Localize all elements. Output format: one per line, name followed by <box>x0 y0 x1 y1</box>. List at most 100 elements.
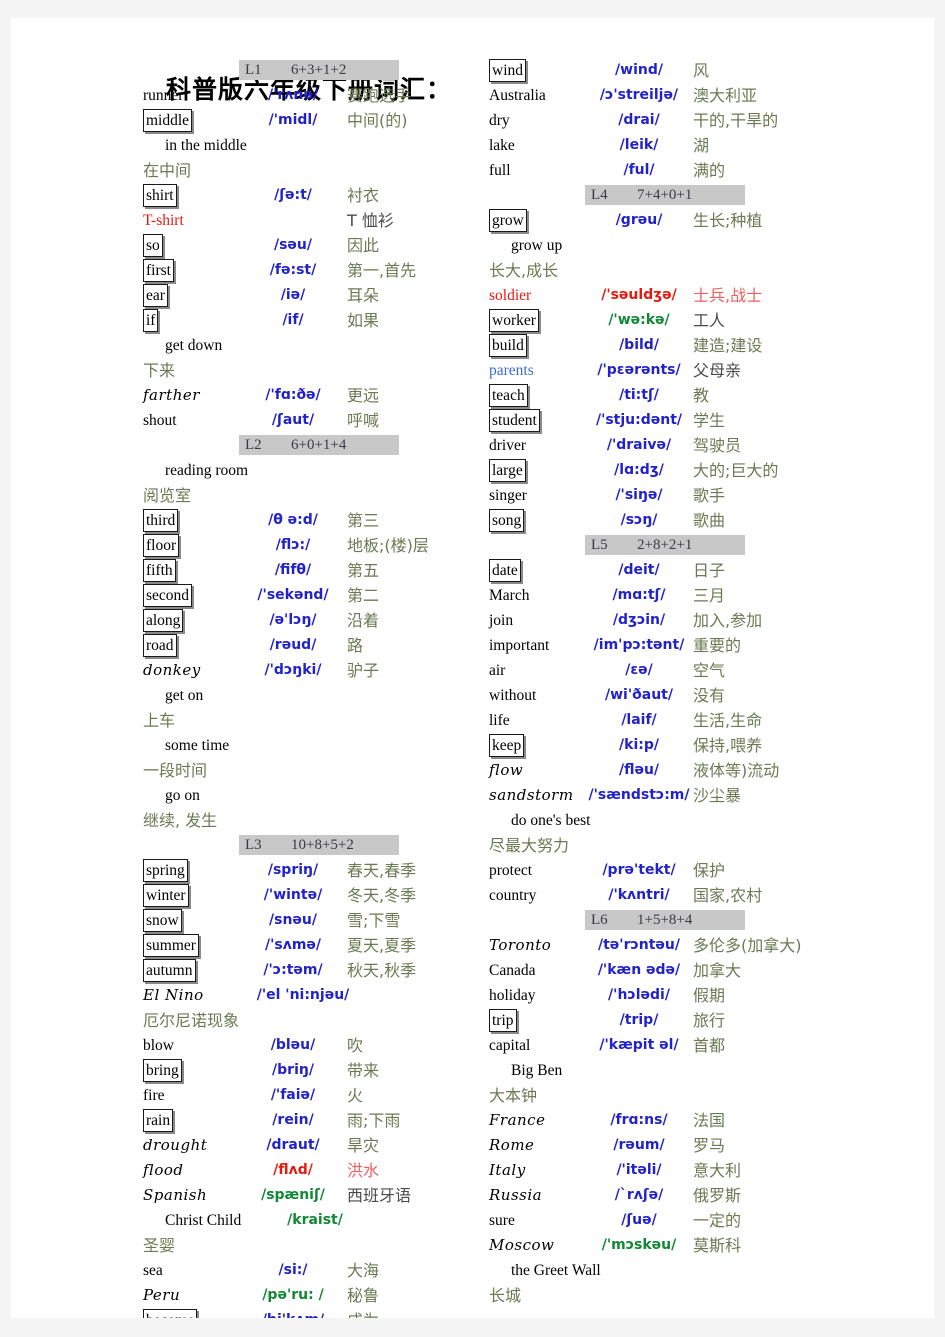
phonetic-cell: /grəu/ <box>615 212 663 228</box>
phonetic-cell: /'rʌnə/ <box>267 87 318 103</box>
plain-word: dry <box>489 112 510 129</box>
word-cell: sea <box>143 1258 239 1283</box>
plain-word: March <box>489 587 530 604</box>
meaning-cell: 冬天,冬季 <box>347 886 417 905</box>
right-column: wind/wind/风 Australia/ɔ'streiljə/澳大利亚 dry /… <box>489 58 834 1308</box>
phonetic-cell: /kraist/ <box>287 1212 343 1228</box>
meaning-cell: 湖 <box>693 136 710 155</box>
phonetic-cell: /iə/ <box>280 287 306 303</box>
phonetic-cell: /fifθ/ <box>274 562 312 578</box>
word-cell: floor <box>143 533 239 558</box>
boxed-word: first <box>143 259 174 282</box>
word-row: blow/bləu/吹 <box>143 1033 488 1058</box>
phrase-row: reading room 阅览室 <box>143 458 488 508</box>
word-row: rain/rein/雨;下雨 <box>143 1108 488 1133</box>
word-cell: Australia <box>489 83 585 108</box>
phonetic-cell: /'midl/ <box>268 112 318 128</box>
phonetic-cell: /lɑ:dʒ/ <box>614 462 664 478</box>
word-cell: fifth <box>143 558 239 583</box>
word-row: capital /'kæpit əl/首都 <box>489 1033 834 1058</box>
meaning-cell: 路 <box>347 636 364 655</box>
word-cell: shout <box>143 408 239 433</box>
meaning-cell: 厄尔尼诺现象 <box>143 1011 240 1030</box>
meaning-cell: 液体等)流动 <box>693 761 780 780</box>
word-row: fire /'faiə/火 <box>143 1083 488 1108</box>
phrase-row: Christ Child/kraist/圣婴 <box>143 1208 488 1258</box>
meaning-cell: 干的,干旱的 <box>693 111 779 130</box>
word-row: protect/prə'tekt/保护 <box>489 858 834 883</box>
word-cell: lake <box>489 133 585 158</box>
phonetic-cell: /rəud/ <box>269 637 317 653</box>
section-level: L6 <box>591 912 608 928</box>
phonetic-cell: /ki:p/ <box>619 737 659 753</box>
meaning-cell: 带来 <box>347 1061 380 1080</box>
word-row: large/lɑ:dʒ/大的;巨大的 <box>489 458 834 483</box>
meaning-cell: 三月 <box>693 586 726 605</box>
phonetic-cell: /mɑ:tʃ/ <box>612 587 666 603</box>
phrase-row: get down 下来 <box>143 333 488 383</box>
plain-word: Canada <box>489 962 536 979</box>
word-row: El Nino /'el 'ni:njəu/厄尔尼诺现象 <box>143 983 488 1033</box>
phrase-row: do one's best 尽最大努力 <box>489 808 834 858</box>
boxed-word: teach <box>489 384 528 407</box>
word-cell: middle <box>143 108 239 133</box>
word-cell: ear <box>143 283 239 308</box>
word-row: full/ful/满的 <box>489 158 834 183</box>
word-cell: reading room <box>143 458 261 483</box>
meaning-cell: 一定的 <box>693 1211 742 1230</box>
phonetic-cell: /'kæn ədə/ <box>597 962 681 978</box>
word-cell: the Greet Wall <box>489 1258 607 1283</box>
phonetic-cell: /'sekənd/ <box>257 587 329 603</box>
meaning-cell: 士兵,战士 <box>693 286 763 305</box>
word-cell: soldier <box>489 283 585 308</box>
word-cell: life <box>489 708 585 733</box>
word-cell: Peru <box>143 1283 239 1308</box>
word-cell: country <box>489 883 585 908</box>
meaning-cell: 继续, 发生 <box>143 811 218 830</box>
meaning-cell: 秘鲁 <box>347 1286 380 1305</box>
phonetic-cell: /pə'ru: / <box>262 1287 324 1303</box>
plain-word: without <box>489 687 537 704</box>
phonetic-cell: /'wə:kə/ <box>608 312 670 328</box>
word-cell: Big Ben <box>489 1058 607 1083</box>
meaning-cell: 加拿大 <box>693 961 742 980</box>
boxed-word: become <box>143 1309 198 1318</box>
phrase-text: some time <box>165 737 230 754</box>
word-row: floor/flɔ:/ 地板;(楼)层 <box>143 533 488 558</box>
meaning-cell: 长大,成长 <box>489 261 559 280</box>
plain-word: lake <box>489 137 515 154</box>
word-cell: singer <box>489 483 585 508</box>
meaning-cell: 重要的 <box>693 636 742 655</box>
word-cell: runner <box>143 83 239 108</box>
meaning-cell: 更远 <box>347 386 380 405</box>
meaning-cell: 沙尘暴 <box>693 786 742 805</box>
word-row: if/if/如果 <box>143 308 488 333</box>
word-cell: join <box>489 608 585 633</box>
meaning-cell: 假期 <box>693 986 726 1005</box>
word-cell: summer <box>143 933 239 958</box>
boxed-word: rain <box>143 1109 174 1132</box>
boxed-word: second <box>143 584 193 607</box>
boxed-word: ear <box>143 284 168 307</box>
phonetic-cell: /bləu/ <box>270 1037 316 1053</box>
meaning-cell: 上车 <box>143 711 176 730</box>
word-row: singer /'siŋə/歌手 <box>489 483 834 508</box>
phonetic-cell: /bi'kʌm/ <box>239 1308 347 1318</box>
meaning-cell: 第一,首先 <box>347 261 417 280</box>
word-row: road/rəud/路 <box>143 633 488 658</box>
boxed-word: third <box>143 509 179 532</box>
section-header-l4: L4 7+4+0+1 <box>585 185 745 205</box>
word-row: Spanish/spæniʃ/西班牙语 <box>143 1183 488 1208</box>
italic-word: Rome <box>489 1136 535 1154</box>
meaning-cell: 大的;巨大的 <box>693 461 779 480</box>
meaning-cell: 学生 <box>693 411 726 430</box>
boxed-word: trip <box>489 1009 517 1032</box>
word-cell: go on <box>143 783 261 808</box>
section-counts: 1+5+8+4 <box>637 912 693 928</box>
document-page: 科普版六年级下册词汇： L1 6+3+1+2 runner/'rʌnə/赛跑选手 mi… <box>11 18 934 1318</box>
word-cell: some time <box>143 733 261 758</box>
meaning-cell: 一段时间 <box>143 761 208 780</box>
section-level: L5 <box>591 537 608 553</box>
word-row: runner /'rʌnə/赛跑选手 <box>143 83 488 108</box>
phonetic-cell: /deit/ <box>618 562 660 578</box>
